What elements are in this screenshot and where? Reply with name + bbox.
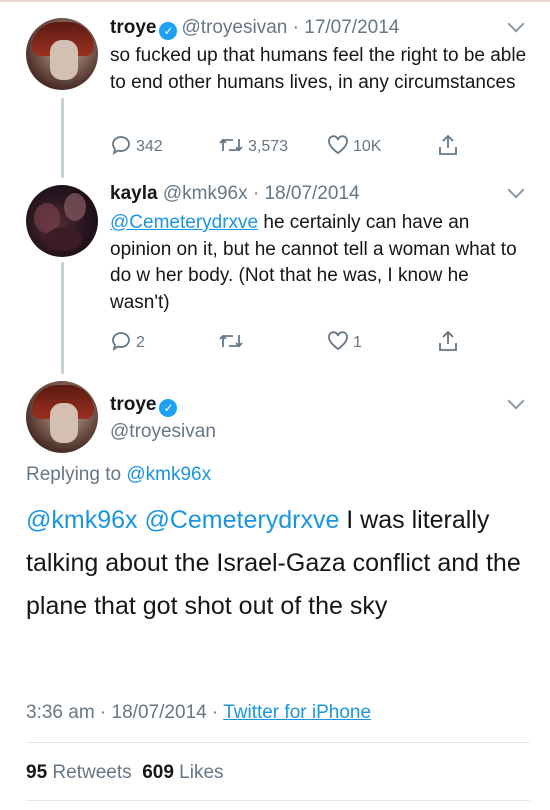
mention-link[interactable]: @Cemeterydrxve: [144, 506, 339, 534]
tweet-header: kayla @kmk96x · 18/07/2014: [110, 183, 360, 204]
mention-link[interactable]: @kmk96x: [26, 506, 138, 534]
reply-count: 2: [136, 334, 145, 351]
thread-line: [61, 262, 64, 374]
retweet-button[interactable]: 3,573: [218, 135, 288, 157]
tweet-text: so fucked up that humans feel the right …: [110, 45, 527, 93]
chevron-down-icon[interactable]: [507, 15, 525, 33]
retweets-stat[interactable]: 95 Retweets: [26, 762, 132, 783]
tweet-header: troye ✓ @troyesivan · 17/07/2014: [110, 17, 400, 40]
like-count: 1: [353, 334, 362, 351]
display-name[interactable]: troye: [110, 394, 156, 415]
display-name-row: troye ✓: [110, 393, 181, 417]
tweet-meta: 3:36 am · 18/07/2014 · Twitter for iPhon…: [26, 702, 372, 723]
retweet-count: 3,573: [248, 138, 289, 155]
verified-icon: ✓: [159, 22, 178, 40]
verified-icon: ✓: [159, 399, 178, 417]
likes-stat[interactable]: 609 Likes: [142, 762, 223, 783]
chevron-down-icon[interactable]: [507, 392, 525, 410]
like-count: 609: [142, 762, 174, 783]
tweet-date[interactable]: 18/07/2014: [264, 183, 359, 204]
chevron-down-icon[interactable]: [507, 181, 525, 199]
display-name[interactable]: troye: [110, 17, 156, 38]
user-handle[interactable]: @troyesivan: [110, 421, 216, 442]
tweet-date: 18/07/2014: [111, 702, 207, 723]
divider: [26, 800, 530, 801]
tweet-time: 3:36 am: [26, 702, 95, 723]
share-button[interactable]: [438, 330, 462, 354]
retweet-icon: [219, 138, 243, 152]
avatar[interactable]: [26, 185, 98, 257]
retweet-button[interactable]: [218, 331, 248, 353]
tweet-text: @kmk96x @Cemeterydrxve I was literally t…: [26, 499, 531, 628]
avatar[interactable]: [26, 18, 98, 90]
replying-to-link[interactable]: @kmk96x: [126, 464, 211, 485]
thread-line: [61, 98, 64, 178]
reply-count: 342: [136, 138, 163, 155]
like-count: 10K: [353, 138, 382, 155]
replying-prefix: Replying to: [26, 464, 127, 485]
like-button[interactable]: 1: [327, 331, 362, 353]
source-link[interactable]: Twitter for iPhone: [223, 702, 371, 723]
retweet-count: 95: [26, 762, 48, 783]
display-name[interactable]: kayla: [110, 183, 158, 204]
like-label: Likes: [179, 762, 224, 783]
handle-row: @troyesivan: [110, 420, 216, 444]
tweet-stats: 95 Retweets 609 Likes: [26, 762, 224, 784]
divider: [26, 742, 530, 743]
mention-link[interactable]: @Cemeterydrxve: [110, 212, 258, 233]
share-icon: [439, 330, 457, 351]
reply-icon: [112, 136, 130, 155]
top-border: [0, 0, 550, 2]
user-handle[interactable]: @kmk96x: [163, 183, 248, 204]
reply-button[interactable]: 2: [110, 331, 145, 353]
share-icon: [439, 134, 457, 155]
replying-to: Replying to @kmk96x: [26, 464, 211, 486]
like-icon: [328, 135, 348, 155]
user-handle[interactable]: @troyesivan: [181, 17, 287, 38]
tweet-text: @Cemeterydrxve he certainly can have an …: [110, 210, 530, 316]
avatar[interactable]: [26, 381, 98, 453]
like-button[interactable]: 10K: [327, 135, 381, 157]
retweet-icon: [219, 334, 243, 348]
tweet-date[interactable]: 17/07/2014: [304, 17, 399, 38]
retweet-label: Retweets: [52, 762, 132, 783]
reply-icon: [112, 332, 130, 351]
reply-button[interactable]: 342: [110, 135, 163, 157]
like-icon: [328, 331, 348, 351]
share-button[interactable]: [438, 134, 462, 158]
